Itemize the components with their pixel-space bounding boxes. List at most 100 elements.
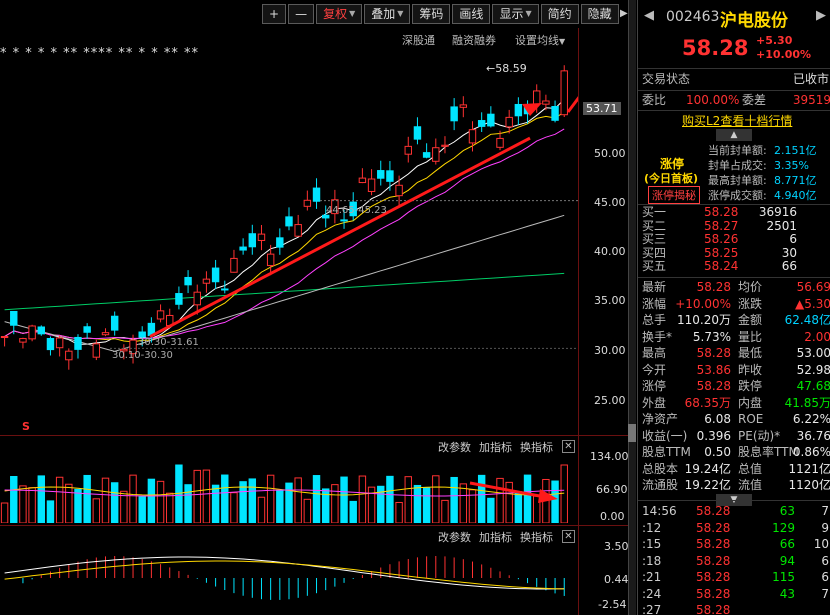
candlestick-chart[interactable] — [0, 60, 578, 435]
candle-body — [496, 137, 504, 148]
chips-button[interactable]: 筹码 — [412, 4, 451, 24]
order-price: 58.26 — [704, 232, 739, 246]
simple-mode-button[interactable]: 简约 — [540, 4, 579, 24]
quote-row: 涨停 58.28 跌停 47.68 — [638, 378, 830, 395]
next-stock-icon[interactable]: ▶ — [816, 8, 826, 23]
draw-line-button[interactable]: 画线 — [452, 4, 491, 24]
macd-tick: 3.50 — [604, 540, 629, 553]
zoom-in-button[interactable]: + — [262, 4, 287, 24]
tick-count: 9 — [821, 520, 829, 535]
volume-bar — [331, 484, 339, 523]
order-book-row: 买一 58.28 36916 — [638, 205, 830, 219]
hide-button[interactable]: 隐藏 — [580, 4, 619, 24]
limit-info-row: 涨停成交额: 4.940亿 — [638, 188, 830, 203]
volume-bar — [129, 474, 137, 523]
tick-row: :24 58.28 43 7 — [638, 586, 830, 603]
quote-value: 47.68 — [796, 379, 830, 393]
quote-label: 跌停 — [738, 379, 763, 393]
quote-label: 内盘 — [738, 395, 763, 410]
prev-stock-icon[interactable]: ◀ — [644, 8, 654, 23]
vol-edit-params-button[interactable]: 改参数 — [438, 439, 471, 455]
volume-bar — [450, 476, 458, 523]
vol-switch-indicator-button[interactable]: 换指标 — [520, 439, 553, 455]
limit-info-value: 4.940亿 — [774, 189, 817, 202]
candle-body — [404, 145, 412, 155]
chevron-up-icon: ▲ — [730, 130, 738, 140]
macd-add-indicator-button[interactable]: 加指标 — [479, 529, 512, 545]
chart-area[interactable]: + — 复权 ▼ 叠加 ▼ 筹码 画线 显示 ▼ 简约 隐藏 ▶ * * * * * … — [0, 0, 636, 615]
volume-bar — [166, 492, 174, 523]
dropdown-icon: ▼ — [525, 9, 532, 18]
candle-body — [533, 90, 541, 105]
collapse-handle-icon[interactable] — [628, 424, 636, 442]
event-stars: * * * * * ** **** ** * * ** ** — [0, 46, 199, 61]
volume-bar — [147, 478, 156, 523]
candle-body — [83, 326, 91, 333]
zoom-out-button[interactable]: — — [288, 4, 315, 24]
ma20-line — [4, 128, 565, 340]
overlay-button[interactable]: 叠加 ▼ — [364, 4, 411, 24]
vol-add-indicator-button[interactable]: 加指标 — [479, 439, 512, 455]
order-price: 58.25 — [704, 245, 739, 260]
volume-bar — [266, 474, 275, 523]
limit-info-value: 3.35% — [774, 159, 809, 172]
quote-label: 换手* — [642, 329, 673, 344]
chart-toolbar: + — 复权 ▼ 叠加 ▼ 筹码 画线 显示 ▼ 简约 隐藏 — [262, 4, 619, 26]
quote-label: 涨跌 — [738, 296, 763, 311]
display-button[interactable]: 显示 ▼ — [492, 4, 539, 24]
quote-value: 0.50 — [704, 445, 731, 459]
tick-row: :18 58.28 94 6 — [638, 553, 830, 570]
link-shengutong[interactable]: 深股通 — [402, 32, 435, 48]
quote-label: 股息TTM — [642, 445, 691, 459]
volume-chart[interactable] — [0, 455, 578, 523]
macd-switch-indicator-button[interactable]: 换指标 — [520, 529, 553, 545]
candle-body — [468, 129, 477, 144]
link-ma-settings[interactable]: 设置均线▼ — [515, 32, 565, 48]
collapse-panel-icon[interactable]: ▶ — [620, 8, 628, 19]
macd-close-icon[interactable]: ✕ — [562, 530, 575, 543]
weicha-label: 委差 — [742, 93, 767, 107]
volume-bar — [404, 476, 412, 523]
candle-body — [560, 70, 568, 116]
limit-info-value: 2.151亿 — [774, 144, 817, 157]
volume-bar — [55, 476, 64, 523]
quote-value: 0.86% — [792, 445, 830, 459]
trade-status-row: 交易状态 已收市 — [638, 71, 830, 88]
tick-price: 58.28 — [696, 520, 731, 535]
macd-chart[interactable] — [0, 545, 578, 611]
candle-body — [202, 278, 211, 284]
quote-value: 52.98 — [796, 362, 830, 377]
order-price: 58.28 — [704, 205, 739, 219]
candle-body — [184, 276, 192, 286]
vol-close-icon[interactable]: ✕ — [562, 440, 575, 453]
level2-link[interactable]: 购买L2查看十档行情 — [682, 112, 792, 129]
candle-body — [110, 315, 119, 331]
vol-tick: 134.00 — [590, 450, 629, 463]
quote-row: 今开 53.86 昨收 52.98 — [638, 362, 830, 379]
trend-arrow — [566, 96, 578, 113]
quote-label: 股息率TTM — [738, 445, 799, 459]
volume-bar — [422, 487, 431, 523]
dropdown-icon: ▼ — [349, 9, 356, 18]
candle-body — [514, 103, 523, 117]
quote-row: 股息TTM 0.50 股息率TTM 0.86% — [638, 444, 830, 461]
macd-tick: -2.54 — [598, 598, 627, 611]
volume-bar — [303, 498, 312, 523]
quote-row: 收益(一) 0.396 PE(动)* 36.76 — [638, 428, 830, 445]
macd-edit-params-button[interactable]: 改参数 — [438, 529, 471, 545]
current-price-tag: 53.71 — [583, 102, 621, 115]
link-margin-trading[interactable]: 融资融券 — [452, 32, 496, 48]
expand-tab[interactable]: ▲ — [716, 129, 752, 141]
stock-name: 沪电股份 — [720, 11, 788, 31]
tick-volume: 94 — [779, 553, 795, 568]
order-volume: 66 — [781, 259, 797, 273]
volume-bar — [294, 477, 302, 523]
volume-bar — [551, 480, 559, 523]
dropdown-icon: ▼ — [397, 9, 404, 18]
scroll-divider[interactable] — [628, 0, 636, 615]
volume-bar — [312, 475, 321, 523]
tick-price: 58.28 — [696, 586, 731, 601]
tick-count: 7 — [821, 504, 829, 518]
candle-body — [19, 338, 27, 343]
fuquan-button[interactable]: 复权 ▼ — [316, 4, 363, 24]
